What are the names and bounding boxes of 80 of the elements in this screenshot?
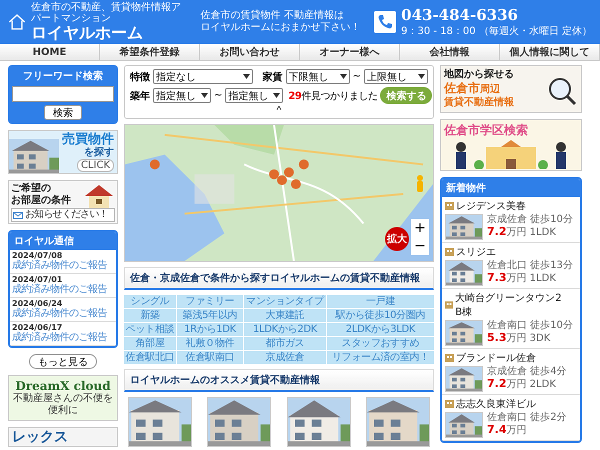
listing-station: 佐倉南口 徒歩10分 (487, 320, 573, 332)
building-icon (445, 354, 454, 362)
more-button[interactable]: もっと見る (29, 354, 97, 369)
listing-rent: 7.4万円 (487, 424, 528, 437)
listing-station: 京成佐倉 徒歩10分 (487, 214, 573, 226)
banner-title: 佐倉市学区検索 (444, 123, 528, 137)
tagline: 佐倉市の賃貸物件 不動産情報は (200, 10, 345, 22)
listing-rent: 7.2万円 1LDK (487, 226, 557, 239)
banner-title: 佐倉市周辺 (444, 81, 500, 96)
building-icon (445, 301, 454, 309)
listing-rent: 7.2万円 2LDK (487, 378, 557, 391)
rent-min-select[interactable]: 下限無し (286, 69, 350, 84)
nav-link[interactable]: お問い合わせ (200, 44, 300, 60)
notify-text: お知らせください！ (25, 209, 108, 221)
news-link[interactable]: 成約済み物件のご報告 (12, 308, 107, 320)
magnifier-icon (547, 76, 577, 106)
nav-link[interactable]: 希望条件登録 (100, 44, 200, 60)
banner-title: 売買物件 (62, 132, 114, 147)
search-field[interactable] (12, 86, 114, 102)
map-search-banner[interactable]: 地図から探せる 佐倉市周辺 賃貸不動産情報 (440, 65, 582, 113)
listing-title[interactable]: レジデンス美春 (445, 199, 577, 213)
news-link[interactable]: 成約済み物件のご報告 (12, 260, 107, 272)
phone-number: 043-484-6336 (401, 6, 519, 24)
section-heading: 佐倉・京成佐倉で条件から探すロイヤルホームの賃貸不動産情報 (124, 267, 434, 290)
filter-label: 築年 (130, 90, 150, 102)
banner-text: 賃貸不動産情報 (444, 97, 514, 109)
panel-title: フリーワード検索 (23, 70, 103, 83)
news-date: 2024/06/17 (12, 323, 64, 332)
news-date: 2024/07/01 (12, 275, 64, 284)
section-heading: ロイヤルホームのオススメ賃貸不動産情報 (124, 369, 434, 392)
listing-station: 佐倉南口 徒歩2分 (487, 412, 567, 424)
news-link[interactable]: 成約済み物件のご報告 (12, 284, 107, 296)
news-date: 2024/06/24 (12, 299, 64, 308)
nav-link[interactable]: 個人情報に関して (500, 44, 600, 60)
nav-link[interactable]: オーナー様へ (300, 44, 400, 60)
school-search-banner[interactable]: 佐倉市学区検索 (440, 119, 582, 171)
listing-station: 佐倉北口 徒歩13分 (487, 260, 573, 272)
news-date: 2024/07/08 (12, 251, 64, 260)
panel-title: 新着物件 (442, 179, 580, 197)
business-hours: 9：30 - 18：00 （毎週火・水曜日 定休） (401, 24, 592, 38)
dreamx-banner[interactable]: DreamX cloud 不動産屋さんの不便を便利に (8, 375, 118, 421)
building-icon (445, 248, 454, 256)
banner-text: を探す (84, 147, 114, 159)
search-button[interactable]: 検索 (44, 105, 82, 120)
listing-rent: 5.3万円 3DK (487, 332, 552, 345)
site-logo[interactable]: ロイヤルホーム (31, 24, 191, 42)
listing-station: 京成佐倉 徒歩4分 (487, 366, 567, 378)
request-banner[interactable]: ご希望の お部屋の条件 お知らせください！ (8, 180, 118, 224)
result-count: 29件見つかりました (288, 90, 378, 102)
nav-link[interactable]: 会社情報 (400, 44, 500, 60)
banner-title: レックス (12, 429, 68, 445)
banner-text: 地図から探せる (444, 69, 514, 81)
banner-text: 不動産屋さんの不便を便利に (12, 393, 114, 417)
building-icon (445, 400, 454, 408)
mail-icon (13, 212, 23, 218)
rex-banner[interactable]: レックス (8, 427, 118, 447)
panel-title: ロイヤル通信 (10, 232, 116, 250)
phone-icon (374, 11, 396, 33)
banner-title: DreamX cloud (15, 379, 111, 393)
listing-rent: 7.3万円 1LDK (487, 272, 557, 285)
filter-label: 特徴 (130, 70, 150, 84)
news-link[interactable]: 成約済み物件のご報告 (12, 332, 107, 344)
listing-title[interactable]: スリジエ (445, 245, 577, 259)
building-icon (445, 202, 454, 210)
click-label: CLICK (76, 159, 114, 172)
sale-banner[interactable]: 売買物件 を探す CLICK (8, 130, 118, 174)
range-separator: ~ (352, 71, 361, 82)
rent-max-select[interactable]: 上限無し (364, 69, 428, 84)
listing-title[interactable]: 志志久良東洋ビル (445, 397, 577, 411)
banner-text: ご希望の (11, 183, 51, 194)
banner-text: お部屋の条件 (11, 195, 71, 207)
listing-title[interactable]: 大崎台グリーンタウン2 B棟 (445, 291, 577, 319)
collapse-button[interactable]: ^ (276, 107, 282, 115)
filter-label: 家賃 (262, 70, 283, 84)
tagline: ロイヤルホームにおまかせ下さい！ (200, 22, 362, 34)
site-subtitle: 佐倉市の不動産、賃貸物件情報アパートマンション (31, 2, 182, 24)
nav-link[interactable]: HOME (0, 44, 100, 60)
listing-title[interactable]: ブランドール佐倉 (445, 351, 577, 365)
range-separator: ~ (214, 90, 222, 101)
house-icon (84, 184, 114, 208)
